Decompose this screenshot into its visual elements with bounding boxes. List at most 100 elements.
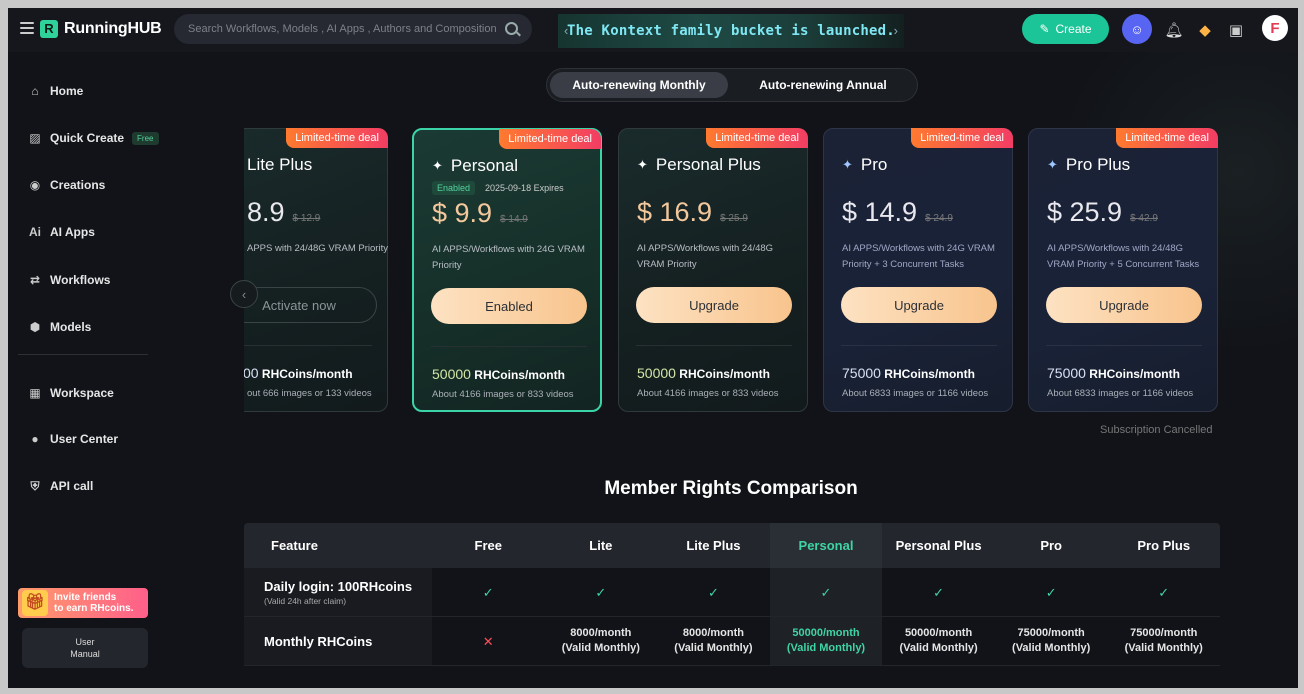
- coins-number: 75000: [842, 365, 881, 381]
- sidebar-item-models[interactable]: ⬢ Models: [28, 320, 92, 334]
- plan-title: Lite Plus: [247, 155, 313, 174]
- deal-badge: Limited-time deal: [911, 128, 1013, 148]
- sidebar-divider: [18, 354, 148, 355]
- comparison-title: Member Rights Comparison: [604, 478, 858, 499]
- sidebar-item-label: User Center: [50, 432, 119, 446]
- annual-toggle[interactable]: Auto-renewing Annual: [733, 72, 913, 98]
- upgrade-button[interactable]: Upgrade: [841, 287, 997, 323]
- manual-line2: Manual: [70, 649, 100, 659]
- search-bar[interactable]: [174, 14, 532, 44]
- gem-icon[interactable]: ◆: [1192, 17, 1218, 43]
- plan-coins: 75000 RHCoins/month: [1047, 365, 1180, 381]
- plan-card-lite-plus: Limited-time deal Lite Plus 8.9 $ 12.9 A…: [244, 128, 388, 412]
- invite-line1: Invite friends: [54, 592, 117, 603]
- plan-description: AI APPS/Workflows with 24G VRAM Priority…: [842, 243, 995, 270]
- coins-unit: RHCoins/month: [884, 367, 975, 381]
- sparkle-icon: ✦: [637, 157, 648, 172]
- check-icon: ✓: [1045, 584, 1057, 600]
- banner-text: The Kontext family bucket is launched.: [567, 23, 895, 39]
- search-icon[interactable]: [505, 22, 518, 35]
- plan-description: APPS with 24/48G VRAM Priority: [247, 243, 388, 254]
- table-cell: 75000/month (Valid Monthly): [1124, 627, 1203, 654]
- column-header: Feature: [271, 538, 318, 553]
- plan-coins: 50000 RHCoins/month: [637, 365, 770, 381]
- deal-badge: Limited-time deal: [499, 129, 601, 149]
- activate-now-button[interactable]: Activate now: [244, 287, 377, 323]
- sidebar-item-quick-create[interactable]: ▨ Quick Create Free: [28, 131, 159, 145]
- manual-line1: User: [75, 637, 95, 647]
- plan-price: $ 14.9 $ 24.9: [842, 197, 953, 228]
- column-header: Lite Plus: [686, 538, 741, 553]
- logo-mark-icon: R: [40, 20, 58, 38]
- sidebar-item-home[interactable]: ⌂ Home: [28, 84, 83, 98]
- sidebar-item-label: Models: [50, 320, 92, 334]
- check-icon: ✓: [707, 584, 719, 600]
- banner-prev-icon[interactable]: ‹: [564, 23, 568, 38]
- billing-toggle: Auto-renewing Monthly Auto-renewing Annu…: [546, 68, 918, 102]
- invite-friends-banner[interactable]: 🎁︎ Invite friends to earn RHcoins.: [18, 588, 148, 618]
- gallery-icon[interactable]: ▣: [1223, 17, 1249, 43]
- plan-name: Pro: [860, 155, 888, 174]
- top-bar: R RunningHUB ‹ The Kontext family bucket…: [8, 8, 1298, 52]
- upgrade-button[interactable]: Upgrade: [1046, 287, 1202, 323]
- price-current: $ 14.9: [842, 197, 918, 227]
- logo-text: RunningHUB: [64, 20, 162, 37]
- enabled-button[interactable]: Enabled: [431, 288, 587, 324]
- button-label: Upgrade: [1099, 297, 1149, 313]
- feature-cell: Daily login: 100RHcoins (Valid 24h after …: [244, 568, 432, 616]
- banner-next-icon[interactable]: ›: [894, 23, 898, 38]
- menu-icon[interactable]: [20, 22, 34, 34]
- plan-title: ✦ Pro: [842, 155, 887, 175]
- column-header: Personal: [769, 523, 883, 568]
- upgrade-button[interactable]: Upgrade: [636, 287, 792, 323]
- sidebar-item-workspace[interactable]: ▦ Workspace: [28, 386, 114, 400]
- cross-icon: ✕: [482, 633, 494, 649]
- plan-title: ✦ Personal: [432, 156, 518, 176]
- plan-name: Pro Plus: [1065, 155, 1131, 174]
- comparison-table: Feature Free Lite Lite Plus Personal Per…: [244, 523, 1220, 666]
- plan-carousel: Limited-time deal Lite Plus 8.9 $ 12.9 A…: [244, 124, 1224, 416]
- deal-badge: Limited-time deal: [1116, 128, 1218, 148]
- user-manual-button[interactable]: User Manual: [22, 628, 148, 668]
- deal-badge: Limited-time deal: [706, 128, 808, 148]
- announcement-banner[interactable]: ‹ The Kontext family bucket is launched.…: [558, 14, 904, 48]
- brush-icon: ✎: [1039, 22, 1050, 36]
- subscription-status[interactable]: Subscription Cancelled: [1100, 424, 1213, 436]
- price-current: $ 16.9: [637, 197, 713, 227]
- plan-card-personal-plus: Limited-time deal ✦ Personal Plus $ 16.9…: [618, 128, 808, 412]
- create-button[interactable]: ✎ Create: [1022, 14, 1109, 44]
- coins-number: 50000: [432, 366, 471, 382]
- sidebar-item-label: AI Apps: [50, 225, 95, 239]
- sidebar-item-user-center[interactable]: ● User Center: [28, 432, 118, 446]
- button-label: Enabled: [485, 298, 533, 314]
- sidebar-item-label: Workspace: [50, 386, 114, 400]
- sidebar-item-ai-apps[interactable]: Ai AI Apps: [28, 225, 95, 239]
- deal-badge: Limited-time deal: [286, 128, 388, 148]
- coins-subtext: About 6833 images or 1166 videos: [1047, 388, 1194, 399]
- avatar[interactable]: F: [1262, 15, 1288, 41]
- models-icon: ⬢: [29, 320, 41, 334]
- price-current: 8.9: [247, 197, 285, 227]
- column-header: Lite: [589, 538, 613, 553]
- ai-apps-icon: Ai: [29, 225, 41, 239]
- carousel-prev-icon[interactable]: ‹: [230, 280, 258, 308]
- card-divider: [244, 345, 372, 346]
- feature-cell: Monthly RHCoins: [244, 617, 432, 665]
- invite-line2: to earn RHcoins.: [54, 603, 134, 614]
- workflows-icon: ⇄: [29, 273, 41, 287]
- coins-subtext: About 6833 images or 1166 videos: [842, 388, 989, 399]
- sidebar-item-creations[interactable]: ◉ Creations: [28, 178, 106, 192]
- card-divider: [431, 346, 587, 347]
- check-icon: ✓: [595, 584, 607, 600]
- create-label: Create: [1055, 22, 1092, 36]
- button-label: Upgrade: [894, 297, 944, 313]
- table-row: Monthly RHCoins ✕ 8000/month (Valid Monthly…: [244, 617, 1220, 666]
- sidebar-item-workflows[interactable]: ⇄ Workflows: [28, 273, 110, 287]
- logo[interactable]: R RunningHUB: [40, 20, 162, 38]
- search-input[interactable]: [188, 23, 498, 35]
- bell-icon[interactable]: 🔔︎: [1161, 17, 1187, 43]
- discord-icon[interactable]: ☺: [1122, 14, 1152, 44]
- monthly-toggle[interactable]: Auto-renewing Monthly: [550, 72, 728, 98]
- enabled-badge: Enabled: [432, 181, 476, 195]
- plan-title: ✦ Pro Plus: [1047, 155, 1130, 175]
